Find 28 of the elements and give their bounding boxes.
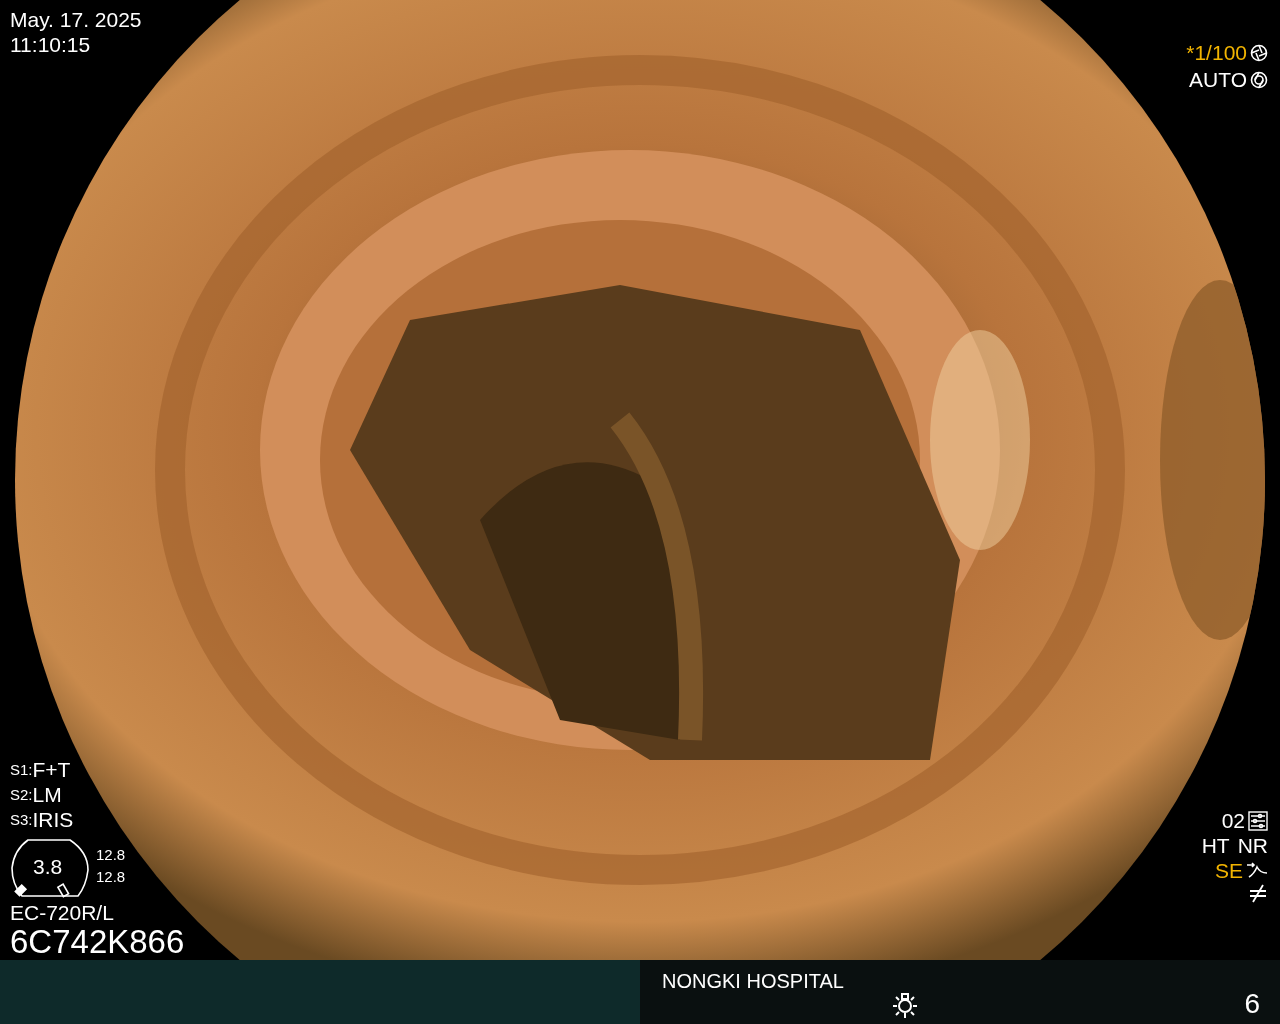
switch-label: S3: bbox=[10, 810, 33, 830]
aperture-icon bbox=[1250, 70, 1268, 89]
mode-label: NR bbox=[1237, 833, 1268, 858]
gauge-reading: 12.8 bbox=[96, 845, 126, 865]
gauge-outline-icon bbox=[10, 838, 90, 898]
serial-number-text: 6C742K866 bbox=[10, 925, 185, 959]
switch-label: S2: bbox=[10, 785, 33, 805]
shutter-speed-text: *1/100 bbox=[1186, 40, 1247, 65]
mode-label: SE bbox=[1215, 858, 1243, 883]
exposure-mode-text: AUTO bbox=[1189, 67, 1247, 92]
time-text: 11:10:15 bbox=[10, 32, 92, 57]
switch-label: S1: bbox=[10, 760, 33, 780]
date-text: May. 17. 2025 bbox=[10, 7, 142, 32]
scope-model-text: EC-720R/L bbox=[10, 900, 115, 925]
mode-label: HT bbox=[1201, 833, 1230, 858]
switch-value: F+T bbox=[32, 757, 71, 782]
switch-value: IRIS bbox=[32, 807, 74, 832]
curve-icon bbox=[1246, 861, 1268, 880]
switch-value: LM bbox=[32, 782, 62, 807]
hospital-name: NONGKI HOSPITAL bbox=[662, 970, 844, 993]
preset-text: 02 bbox=[1221, 808, 1245, 833]
sliders-icon bbox=[1248, 810, 1268, 831]
aperture-icon bbox=[1250, 43, 1268, 62]
lamp-icon bbox=[890, 992, 920, 1020]
page-number: 6 bbox=[1244, 988, 1260, 1020]
filter-icon bbox=[1248, 883, 1268, 903]
gauge-reading: 12.8 bbox=[96, 867, 126, 887]
gauge-value: 3.8 bbox=[33, 854, 63, 879]
